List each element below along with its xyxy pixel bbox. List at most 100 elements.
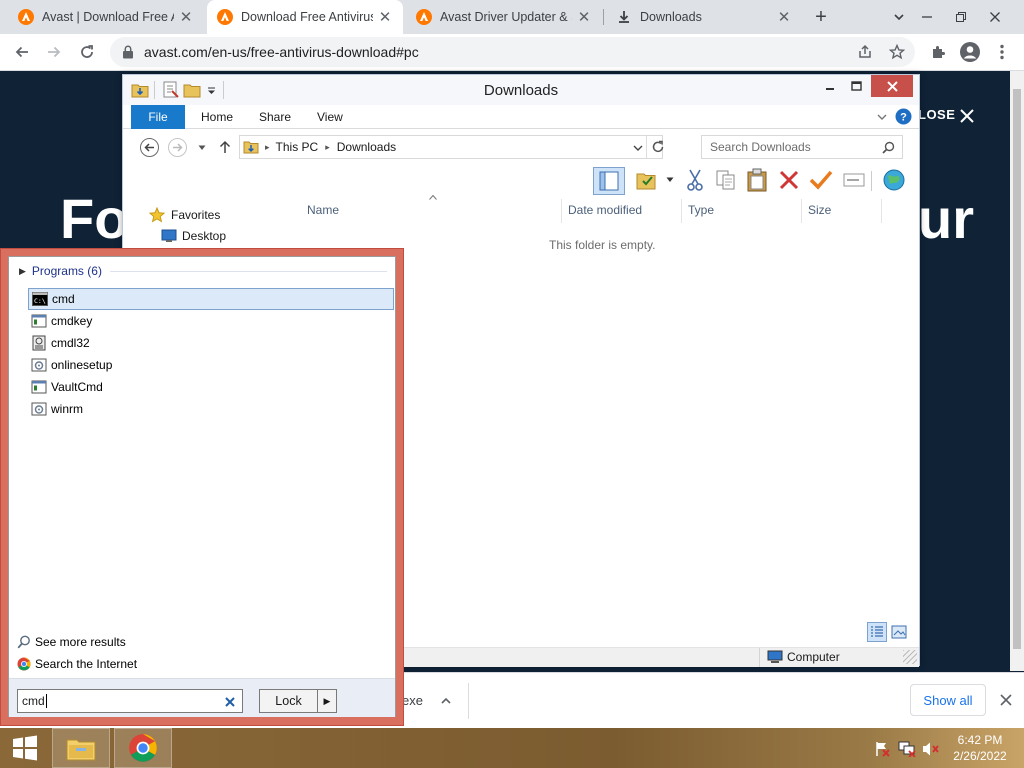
see-more-results-link[interactable]: See more results xyxy=(17,632,126,652)
programs-group-header[interactable]: ▶ Programs (6) xyxy=(19,263,387,279)
breadcrumb-this-pc[interactable]: This PC xyxy=(276,140,319,154)
column-header-name[interactable]: Name xyxy=(307,203,339,217)
clear-search-icon[interactable] xyxy=(224,696,236,708)
search-downloads-input[interactable]: Search Downloads xyxy=(701,135,903,159)
divider xyxy=(109,270,387,272)
show-all-downloads-button[interactable]: Show all xyxy=(910,684,986,716)
forward-arrow-icon[interactable] xyxy=(167,137,188,158)
divider[interactable] xyxy=(561,199,562,223)
breadcrumb-separator[interactable]: ▸ xyxy=(265,142,270,153)
copy-icon[interactable] xyxy=(715,169,737,191)
close-tab-icon[interactable]: ✕ xyxy=(377,8,393,26)
details-view-button[interactable] xyxy=(867,622,887,642)
tab-view[interactable]: View xyxy=(303,105,357,129)
browser-tab-4[interactable]: Downloads ✕ xyxy=(606,0,802,34)
column-header-type[interactable]: Type xyxy=(688,203,714,217)
explorer-title-bar[interactable]: Downloads xyxy=(123,75,919,105)
search-icon[interactable] xyxy=(882,141,895,154)
close-tab-icon[interactable]: ✕ xyxy=(178,8,194,26)
dropdown-arrow-icon[interactable] xyxy=(666,177,674,183)
folder-options-icon[interactable] xyxy=(635,169,657,191)
program-result-winrm[interactable]: winrm xyxy=(28,398,394,420)
page-scrollbar[interactable] xyxy=(1010,71,1024,671)
share-icon[interactable] xyxy=(857,44,873,60)
up-arrow-icon[interactable] xyxy=(219,140,231,154)
divider[interactable] xyxy=(881,199,882,223)
lock-icon[interactable] xyxy=(122,45,134,59)
address-bar[interactable]: avast.com/en-us/free-antivirus-download#… xyxy=(110,37,915,67)
action-center-flag-icon[interactable] xyxy=(874,741,890,757)
column-header-size[interactable]: Size xyxy=(808,203,831,217)
program-result-vaultcmd[interactable]: VaultCmd xyxy=(28,376,394,398)
chevron-down-icon[interactable] xyxy=(877,113,887,121)
divider[interactable] xyxy=(681,199,682,223)
menu-button[interactable] xyxy=(988,38,1016,66)
breadcrumb-downloads[interactable]: Downloads xyxy=(337,140,396,154)
breadcrumb-separator[interactable]: ▸ xyxy=(325,142,330,153)
bookmark-star-icon[interactable] xyxy=(889,44,905,60)
browser-tab-2[interactable]: Download Free Antivirus ✕ xyxy=(207,0,403,34)
search-internet-link[interactable]: Search the Internet xyxy=(17,654,137,674)
scrollbar-thumb[interactable] xyxy=(1013,89,1021,649)
power-options-arrow-icon[interactable]: ▶ xyxy=(318,696,336,707)
start-button[interactable] xyxy=(0,728,50,768)
rename-icon[interactable] xyxy=(843,171,865,189)
maximize-button[interactable] xyxy=(843,75,869,97)
program-result-onlinesetup[interactable]: onlinesetup xyxy=(28,354,394,376)
network-icon[interactable] xyxy=(898,741,916,757)
back-arrow-icon[interactable] xyxy=(139,137,160,158)
explorer-address-bar[interactable]: ▸ This PC ▸ Downloads xyxy=(239,135,665,159)
tab-file[interactable]: File xyxy=(131,105,185,129)
chevron-up-icon[interactable] xyxy=(440,695,452,707)
program-result-cmdl32[interactable]: cmdl32 xyxy=(28,332,394,354)
tab-share[interactable]: Share xyxy=(245,105,305,129)
hero-heading-left: Fo xyxy=(60,187,129,250)
refresh-icon[interactable] xyxy=(651,140,665,154)
banner-close-label[interactable]: LOSE xyxy=(918,107,955,122)
restore-window-button[interactable] xyxy=(944,0,978,34)
close-button[interactable] xyxy=(871,75,913,97)
program-result-cmd[interactable]: C:\ cmd xyxy=(28,288,394,310)
start-search-input[interactable]: cmd xyxy=(17,689,243,713)
nav-item-favorites[interactable]: Favorites xyxy=(149,207,220,223)
browser-tab-1[interactable]: Avast | Download Free Ar ✕ xyxy=(8,0,204,34)
chevron-down-icon[interactable] xyxy=(633,144,643,152)
new-tab-button[interactable]: + xyxy=(806,0,836,34)
close-icon[interactable] xyxy=(960,109,974,123)
minimize-window-button[interactable] xyxy=(910,0,944,34)
network-globe-icon[interactable] xyxy=(881,168,907,192)
recent-locations-icon[interactable] xyxy=(198,145,206,151)
reload-button[interactable] xyxy=(73,38,101,66)
taskbar-clock[interactable]: 6:42 PM 2/26/2022 xyxy=(948,732,1012,764)
nav-item-desktop[interactable]: Desktop xyxy=(161,229,226,243)
help-icon[interactable]: ? xyxy=(895,108,912,125)
back-button[interactable] xyxy=(8,38,36,66)
delete-icon[interactable] xyxy=(778,169,800,191)
lock-button[interactable]: Lock ▶ xyxy=(259,689,337,713)
profile-button[interactable] xyxy=(956,38,984,66)
browser-tab-3[interactable]: Avast Driver Updater & S ✕ xyxy=(406,0,602,34)
close-tab-icon[interactable]: ✕ xyxy=(776,8,792,26)
minimize-button[interactable] xyxy=(817,75,843,97)
tab-home[interactable]: Home xyxy=(187,105,247,129)
large-icons-view-icon[interactable] xyxy=(891,625,907,639)
volume-muted-icon[interactable] xyxy=(922,741,940,757)
close-icon[interactable] xyxy=(1000,694,1012,706)
close-tab-icon[interactable]: ✕ xyxy=(576,8,592,26)
paste-icon[interactable] xyxy=(746,168,768,192)
taskbar-chrome[interactable] xyxy=(114,728,172,768)
checkmark-icon[interactable] xyxy=(809,169,833,191)
extensions-button[interactable] xyxy=(924,38,952,66)
arrow-left-icon xyxy=(15,46,28,58)
divider[interactable] xyxy=(801,199,802,223)
resize-grip[interactable] xyxy=(903,650,917,664)
cut-icon[interactable] xyxy=(685,169,705,191)
taskbar-file-explorer[interactable] xyxy=(52,728,110,768)
program-result-cmdkey[interactable]: cmdkey xyxy=(28,310,394,332)
close-icon xyxy=(886,80,898,92)
column-header-date-modified[interactable]: Date modified xyxy=(568,203,642,217)
forward-button[interactable] xyxy=(40,38,68,66)
download-item-name[interactable]: exe xyxy=(402,693,423,708)
close-window-button[interactable] xyxy=(978,0,1012,34)
preview-pane-button[interactable] xyxy=(593,167,625,195)
